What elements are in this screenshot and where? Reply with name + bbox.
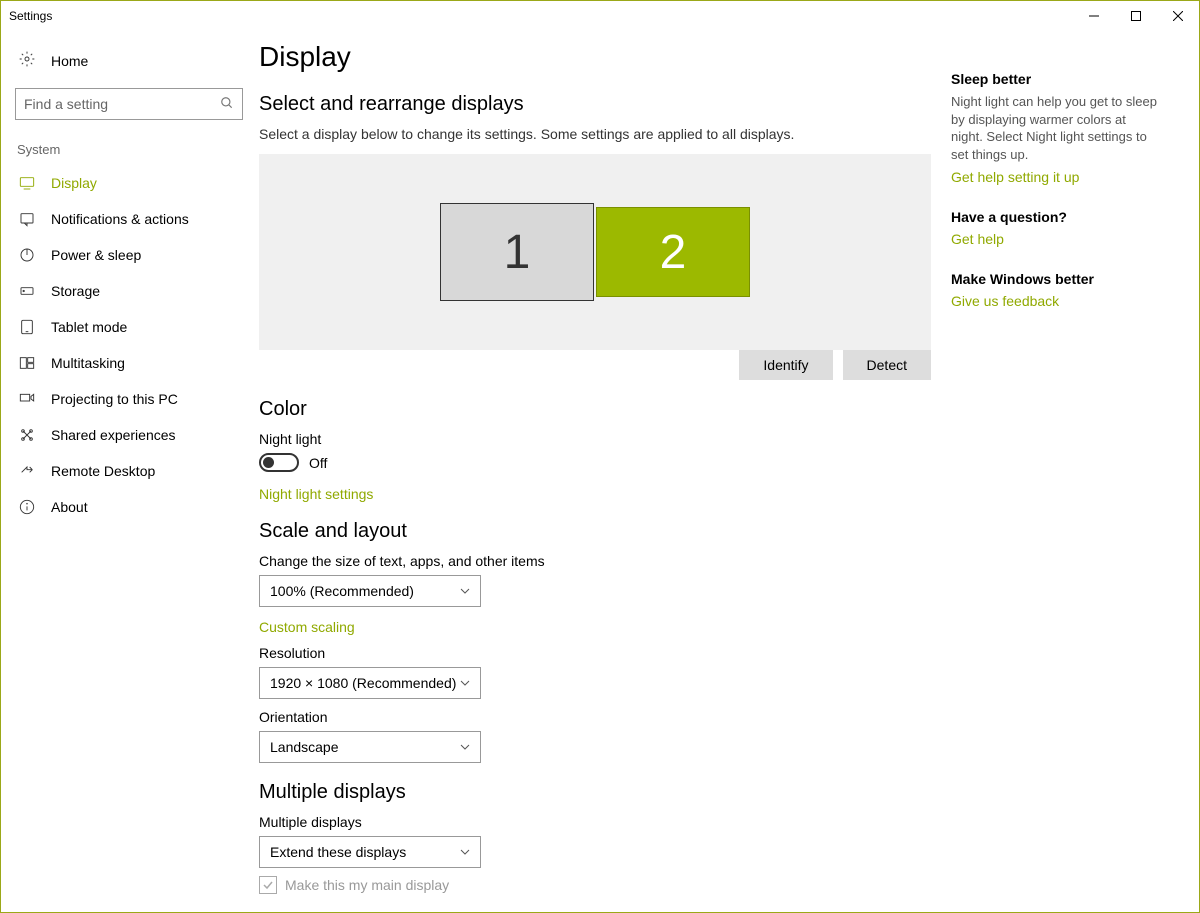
sleep-better-title: Sleep better	[951, 71, 1161, 87]
orientation-select[interactable]: Landscape	[259, 731, 481, 763]
close-button[interactable]	[1157, 1, 1199, 31]
minimize-button[interactable]	[1073, 1, 1115, 31]
sidebar-item-label: About	[51, 499, 88, 515]
scale-heading: Scale and layout	[259, 520, 931, 543]
main-display-checkbox-row: Make this my main display	[259, 876, 931, 894]
orientation-value: Landscape	[270, 739, 339, 755]
sidebar-item-label: Tablet mode	[51, 319, 127, 335]
night-light-toggle[interactable]	[259, 453, 299, 472]
tablet-icon	[19, 319, 35, 335]
help-panel: Sleep better Night light can help you ge…	[951, 41, 1167, 912]
multiple-displays-value: Extend these displays	[270, 844, 406, 860]
rearrange-desc: Select a display below to change its set…	[259, 126, 931, 142]
sidebar-item-power-sleep[interactable]: Power & sleep	[15, 237, 259, 273]
search-input[interactable]	[24, 96, 220, 112]
chevron-down-icon	[460, 678, 470, 688]
resolution-value: 1920 × 1080 (Recommended)	[270, 675, 456, 691]
main-display-checkbox	[259, 876, 277, 894]
feedback-link[interactable]: Give us feedback	[951, 293, 1161, 309]
detect-button[interactable]: Detect	[843, 350, 931, 380]
sidebar: Home System Display Notifications & actio…	[1, 31, 259, 912]
scale-value: 100% (Recommended)	[270, 583, 414, 599]
multiple-displays-heading: Multiple displays	[259, 781, 931, 804]
chevron-down-icon	[460, 586, 470, 596]
sidebar-item-remote-desktop[interactable]: Remote Desktop	[15, 453, 259, 489]
sidebar-item-label: Multitasking	[51, 355, 125, 371]
sidebar-item-label: Remote Desktop	[51, 463, 155, 479]
night-light-state: Off	[309, 455, 327, 471]
home-label: Home	[51, 53, 88, 69]
projecting-icon	[19, 391, 35, 407]
multiple-displays-select[interactable]: Extend these displays	[259, 836, 481, 868]
titlebar: Settings	[1, 1, 1199, 31]
main-display-checkbox-label: Make this my main display	[285, 877, 449, 893]
sidebar-item-label: Display	[51, 175, 97, 191]
sleep-better-link[interactable]: Get help setting it up	[951, 169, 1161, 185]
display-arrangement-area[interactable]: 1 2	[259, 154, 931, 350]
window-title: Settings	[9, 9, 52, 23]
monitor-icon	[19, 175, 35, 191]
chevron-down-icon	[460, 742, 470, 752]
notification-icon	[19, 211, 35, 227]
get-help-link[interactable]: Get help	[951, 231, 1161, 247]
sidebar-item-about[interactable]: About	[15, 489, 259, 525]
custom-scaling-link[interactable]: Custom scaling	[259, 619, 355, 635]
section-label: System	[15, 142, 259, 157]
color-heading: Color	[259, 398, 931, 421]
sidebar-item-display[interactable]: Display	[15, 165, 259, 201]
page-title: Display	[259, 41, 931, 73]
sidebar-item-label: Storage	[51, 283, 100, 299]
remote-icon	[19, 463, 35, 479]
window-controls	[1073, 1, 1199, 31]
make-better-title: Make Windows better	[951, 271, 1161, 287]
night-light-label: Night light	[259, 431, 931, 447]
monitor-1[interactable]: 1	[440, 203, 594, 301]
orientation-label: Orientation	[259, 709, 931, 725]
scale-label: Change the size of text, apps, and other…	[259, 553, 931, 569]
sidebar-item-tablet-mode[interactable]: Tablet mode	[15, 309, 259, 345]
identify-button[interactable]: Identify	[739, 350, 832, 380]
gear-icon	[19, 51, 35, 70]
sidebar-item-projecting-to-this-pc[interactable]: Projecting to this PC	[15, 381, 259, 417]
main-content: Display Select and rearrange displays Se…	[259, 41, 951, 912]
search-box[interactable]	[15, 88, 243, 120]
search-icon	[220, 96, 234, 113]
sidebar-item-label: Projecting to this PC	[51, 391, 178, 407]
scale-select[interactable]: 100% (Recommended)	[259, 575, 481, 607]
maximize-button[interactable]	[1115, 1, 1157, 31]
night-light-settings-link[interactable]: Night light settings	[259, 486, 373, 502]
sidebar-item-notifications-actions[interactable]: Notifications & actions	[15, 201, 259, 237]
resolution-label: Resolution	[259, 645, 931, 661]
multiple-displays-label: Multiple displays	[259, 814, 931, 830]
resolution-select[interactable]: 1920 × 1080 (Recommended)	[259, 667, 481, 699]
shared-icon	[19, 427, 35, 443]
sleep-better-text: Night light can help you get to sleep by…	[951, 93, 1161, 163]
sidebar-item-multitasking[interactable]: Multitasking	[15, 345, 259, 381]
rearrange-heading: Select and rearrange displays	[259, 93, 931, 116]
question-title: Have a question?	[951, 209, 1161, 225]
monitor-2[interactable]: 2	[596, 207, 750, 297]
storage-icon	[19, 283, 35, 299]
home-button[interactable]: Home	[15, 43, 259, 88]
multitasking-icon	[19, 355, 35, 371]
sidebar-item-label: Notifications & actions	[51, 211, 189, 227]
power-icon	[19, 247, 35, 263]
sidebar-item-label: Power & sleep	[51, 247, 141, 263]
sidebar-item-label: Shared experiences	[51, 427, 176, 443]
sidebar-item-storage[interactable]: Storage	[15, 273, 259, 309]
info-icon	[19, 499, 35, 515]
sidebar-item-shared-experiences[interactable]: Shared experiences	[15, 417, 259, 453]
chevron-down-icon	[460, 847, 470, 857]
